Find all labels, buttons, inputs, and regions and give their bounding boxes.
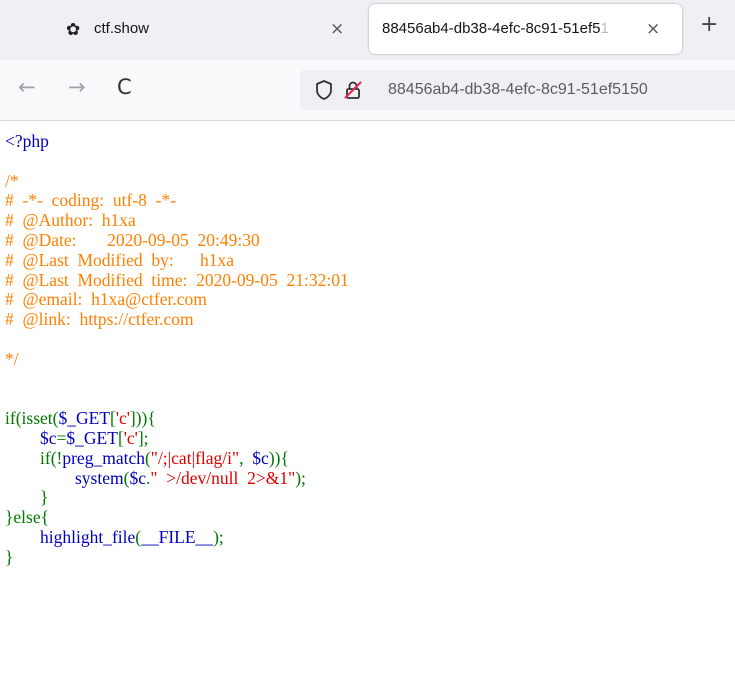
- code-function: highlight_file: [40, 526, 136, 547]
- tab-title: ctf.show: [94, 20, 150, 37]
- new-tab-button[interactable]: +: [700, 14, 718, 36]
- code-punct: )){: [268, 447, 289, 468]
- code-constant: __FILE__: [141, 526, 214, 547]
- reload-button[interactable]: C: [117, 77, 132, 98]
- ctfshow-favicon-icon: ✿: [66, 20, 81, 40]
- code-variable: $_GET: [58, 408, 110, 429]
- forward-button[interactable]: →: [68, 77, 86, 98]
- navigation-toolbar: ← → C 88456ab4-db38-4efc-8c91-51ef5150: [0, 60, 735, 121]
- code-punct: ])){: [129, 408, 156, 429]
- php-source-code: <?php /* # -*- coding: utf-8 -*- # @Auth…: [5, 131, 349, 568]
- comment-line: # @link: https://ctfer.com: [5, 309, 194, 330]
- comment-line: # -*- coding: utf-8 -*-: [5, 190, 177, 211]
- code-keyword: if(isset(: [5, 408, 59, 429]
- code-keyword: }else{: [5, 507, 50, 528]
- code-string: " >/dev/null 2>&1": [150, 467, 296, 488]
- code-string: "/;|cat|flag/i": [150, 447, 240, 468]
- tab-title-text: 88456ab4-db38-4efc-8c91-51ef5: [382, 20, 601, 37]
- tab-title-fade: 1: [600, 20, 609, 37]
- code-punct: }: [5, 546, 14, 567]
- code-punct: ,: [239, 447, 253, 468]
- back-button[interactable]: ←: [18, 77, 36, 98]
- code-keyword: if(!: [40, 447, 63, 468]
- code-function: preg_match: [62, 447, 145, 468]
- comment-line: # @Date: 2020-09-05 20:49:30: [5, 229, 260, 250]
- code-variable: $_GET: [66, 427, 118, 448]
- url-text: 88456ab4-db38-4efc-8c91-51ef5150: [388, 81, 648, 98]
- tab-ctfshow[interactable]: ✿ ctf.show ×: [0, 8, 365, 52]
- code-string: 'c': [123, 427, 138, 448]
- code-punct: );: [213, 526, 224, 547]
- insecure-lock-icon[interactable]: [342, 79, 364, 101]
- comment-line: */: [5, 348, 19, 369]
- code-punct: );: [295, 467, 306, 488]
- close-tab-icon[interactable]: ×: [330, 19, 344, 39]
- comment-line: # @Last Modified time: 2020-09-05 21:32:…: [5, 269, 349, 290]
- code-punct: ];: [137, 427, 149, 448]
- code-string: 'c': [115, 408, 130, 429]
- tab-title: 88456ab4-db38-4efc-8c91-51ef51: [382, 20, 642, 37]
- comment-line: # @Author: h1xa: [5, 210, 136, 231]
- code-function: system: [75, 467, 124, 488]
- comment-line: /*: [5, 170, 19, 191]
- php-open-tag: <?php: [5, 131, 49, 151]
- address-bar[interactable]: 88456ab4-db38-4efc-8c91-51ef5150: [300, 70, 735, 110]
- close-tab-icon[interactable]: ×: [646, 19, 660, 39]
- shield-icon[interactable]: [314, 79, 334, 101]
- code-punct: }: [40, 487, 49, 508]
- comment-line: # @email: h1xa@ctfer.com: [5, 289, 207, 310]
- comment-line: # @Last Modified by: h1xa: [5, 249, 235, 270]
- code-variable: $c: [129, 467, 146, 488]
- tab-active-challenge[interactable]: 88456ab4-db38-4efc-8c91-51ef51 ×: [369, 4, 682, 54]
- code-variable: $c: [252, 447, 269, 468]
- tab-strip: ✿ ctf.show × 88456ab4-db38-4efc-8c91-51e…: [0, 0, 735, 60]
- code-variable: $c: [40, 427, 57, 448]
- code-punct: =: [56, 427, 67, 448]
